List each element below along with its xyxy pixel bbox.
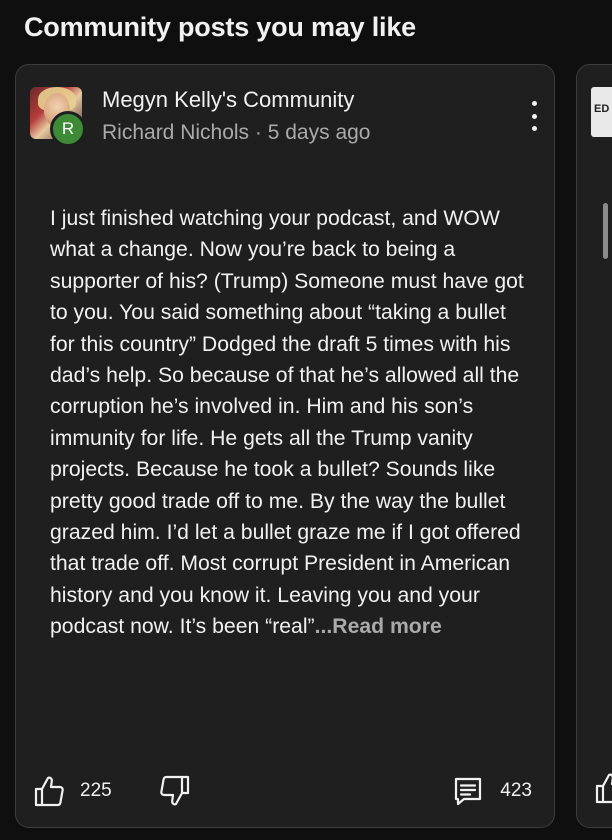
post-actions: 225 423 (34, 771, 532, 811)
section-title: Community posts you may like (24, 12, 416, 42)
community-name[interactable]: Megyn Kelly's Community (102, 87, 354, 113)
post-text: I just finished watching your podcast, a… (50, 207, 524, 639)
next-post-avatar-text: ED (594, 103, 610, 115)
read-more-link[interactable]: ...Read more (315, 615, 442, 638)
dislike-button[interactable] (160, 771, 190, 811)
post-body: I just finished watching your podcast, a… (50, 203, 530, 643)
next-post-card[interactable]: ED (576, 64, 612, 828)
thumbs-up-icon (34, 775, 64, 807)
like-button[interactable]: 225 (34, 771, 112, 811)
like-count: 225 (80, 780, 112, 801)
next-post-scroll-indicator (603, 203, 608, 259)
comment-button[interactable]: 423 (452, 771, 532, 811)
meta-separator: · (249, 121, 268, 144)
author-avatar-badge[interactable]: R (50, 111, 86, 147)
next-post-like-button[interactable] (595, 772, 612, 809)
post-meta: Richard Nichols · 5 days ago (102, 121, 370, 145)
thumbs-down-icon (160, 775, 190, 807)
comment-count: 423 (500, 780, 532, 801)
more-vert-icon[interactable] (528, 101, 540, 131)
author-name[interactable]: Richard Nichols (102, 121, 249, 144)
post-time: 5 days ago (267, 121, 371, 144)
thumbs-up-icon (595, 773, 612, 808)
next-post-avatar[interactable]: ED (591, 87, 612, 137)
community-post-card[interactable]: R Megyn Kelly's Community Richard Nichol… (15, 64, 555, 828)
comment-icon (452, 775, 484, 807)
